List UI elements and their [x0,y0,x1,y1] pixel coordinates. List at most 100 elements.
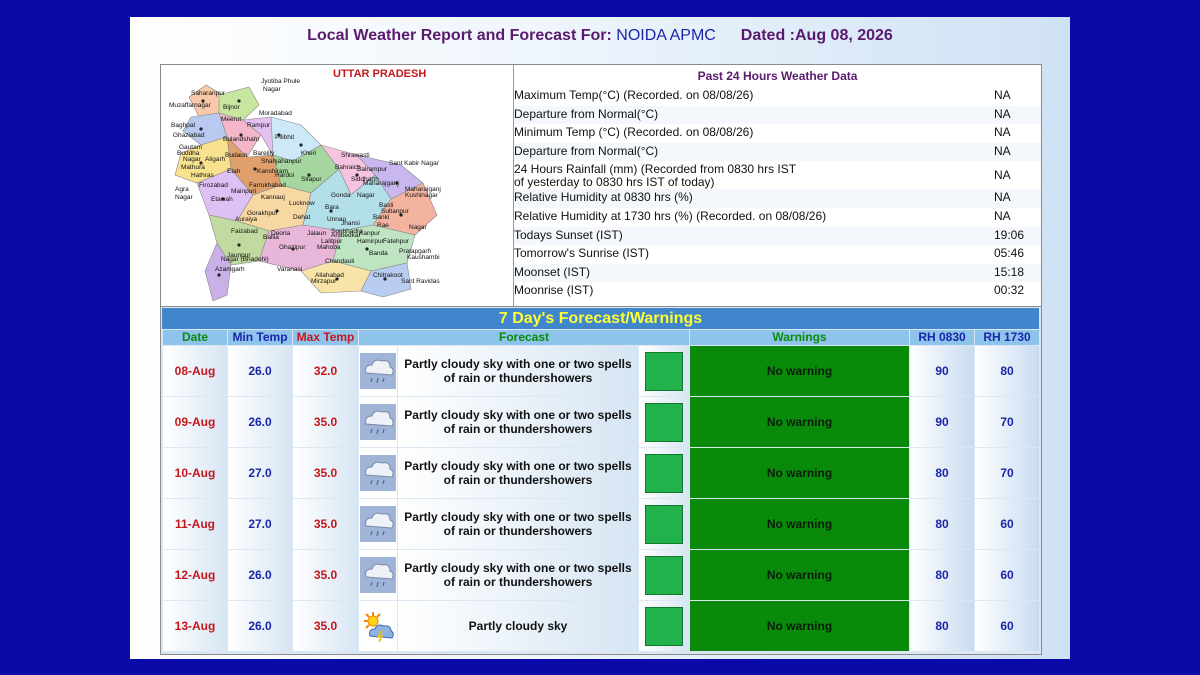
column-header-max: Max Temp [293,330,358,345]
district-label: Mahoba [317,244,341,251]
district-label: Jhansi [341,220,360,227]
column-header-rh2: RH 1730 [975,330,1039,345]
past-24h-value: NA [994,168,1011,183]
warning-indicator-cell [639,601,689,651]
column-header-min: Min Temp [228,330,292,345]
state-label: UTTAR PRADESH [333,68,427,80]
forecast-min-temp: 27.0 [228,448,292,498]
forecast-title: 7 Day's Forecast/Warnings [162,308,1039,329]
past-24h-row: Relative Humidity at 0830 hrs (%) NA [514,189,1041,208]
forecast-max-temp: 35.0 [293,448,358,498]
rain-cloud-icon [359,397,397,447]
past-24h-value: NA [994,125,1011,140]
district-label: Aligarh [205,156,226,163]
district-label: Maharajganj [363,180,399,187]
district-label: Bulandshahr [223,136,260,143]
district-label: Sitapur [301,176,322,183]
district-label: Varanasi [277,266,302,273]
district-label: Jyotiba Phule [261,78,300,85]
column-header-warnings: Warnings [690,330,909,345]
page-title: Local Weather Report and Forecast For: N… [0,27,1200,45]
district-label: Etah [227,168,241,175]
past-24h-label: Todays Sunset (IST) [514,227,623,242]
district-label: Nagar [183,156,202,163]
forecast-text: Partly cloudy sky with one or two spells… [398,397,638,447]
past-24h-row: Departure from Normal(°C) NA [514,142,1041,162]
forecast-rh-1730: 80 [975,346,1039,396]
district-label: Sant Ravidas [401,278,440,285]
past-24h-value: NA [994,143,1011,158]
past-24h-label: Relative Humidity at 0830 hrs (%) [514,190,693,205]
forecast-warning: No warning [690,499,909,549]
forecast-rh-1730: 60 [975,550,1039,600]
past-24h-label: 24 Hours Rainfall (mm) (Recorded from 08… [514,162,797,190]
district-label: Ghazipur [279,244,306,251]
district-label: Dehat [293,214,311,221]
past-24h-row: Relative Humidity at 1730 hrs (%) (Recor… [514,208,1041,227]
district-label: Baghpat [171,122,195,129]
district-label: Rampur [247,122,271,129]
district-label: Nagar [263,86,282,93]
district-label: Balrampur [357,166,388,173]
district-label: Rae [377,222,389,229]
forecast-rh-0830: 90 [910,397,974,447]
forecast-max-temp: 35.0 [293,499,358,549]
forecast-rh-0830: 80 [910,499,974,549]
forecast-date: 13-Aug [163,601,227,651]
forecast-text: Partly cloudy sky with one or two spells… [398,499,638,549]
district-label: Hamirpur [357,238,385,245]
forecast-max-temp: 35.0 [293,550,358,600]
past-24h-label: Departure from Normal(°C) [514,143,659,158]
district-label: Shrawasti [341,152,370,159]
rain-cloud-icon [359,448,397,498]
district-label: Kannauj [261,194,285,201]
past-24h-label: Relative Humidity at 1730 hrs (%) (Recor… [514,208,827,223]
past-24h-row: Moonrise (IST) 00:32 [514,282,1041,301]
district-label: Agra [175,186,189,193]
past-24h-value: NA [994,106,1011,121]
forecast-max-temp: 32.0 [293,346,358,396]
forecast-min-temp: 26.0 [228,601,292,651]
forecast-warning: No warning [690,601,909,651]
district-label: Sultanpur [381,208,410,215]
district-label: Pilibhit [275,134,294,141]
column-header-date: Date [163,330,227,345]
rain-cloud-icon [359,499,397,549]
district-label: Faizabad [231,228,258,235]
past-24h-panel: Past 24 Hours Weather Data Maximum Temp(… [514,65,1041,307]
forecast-rh-0830: 90 [910,346,974,396]
forecast-rh-0830: 80 [910,448,974,498]
rain-cloud-icon [359,346,397,396]
district-label: Mathura [181,164,205,171]
forecast-min-temp: 26.0 [228,397,292,447]
district-label: Nagar [175,194,194,201]
district-label: Meerut [221,116,241,123]
forecast-rh-1730: 70 [975,397,1039,447]
state-map-graphic: SaharanpurJyotiba PhuleNagarMuzaffarnaga… [169,78,441,302]
district-label: Chitrakoot [373,272,403,279]
sun-cloud-icon [359,601,397,651]
forecast-rh-1730: 60 [975,499,1039,549]
warning-indicator-square [645,402,683,442]
past-24h-row: Maximum Temp(°C) (Recorded. on 08/08/26)… [514,87,1041,106]
forecast-date: 12-Aug [163,550,227,600]
past-24h-row: Departure from Normal(°C) NA [514,105,1041,125]
district-label: Bijnor [223,104,240,111]
past-24h-row: Minimum Temp (°C) (Recorded. on 08/08/26… [514,124,1041,143]
past-24h-heading: Past 24 Hours Weather Data [697,69,858,83]
past-24h-row: Moonset (IST) 15:18 [514,263,1041,283]
forecast-text: Partly cloudy sky [398,601,638,651]
past-24h-row: 24 Hours Rainfall (mm) (Recorded from 08… [514,161,1041,189]
past-24h-row: Todays Sunset (IST) 19:06 [514,226,1041,246]
past-24h-row: Tomorrow's Sunrise (IST) 05:46 [514,245,1041,264]
district-label: Sant Kabir Nagar [389,160,440,167]
district-label: Etawah [211,196,233,203]
district-label: Ghaziabad [173,132,205,139]
district-label: Mainpuri [231,188,256,195]
past-24h-label: Moonset (IST) [514,264,591,279]
past-24h-label: Minimum Temp (°C) (Recorded. on 08/08/26… [514,125,754,140]
forecast-date: 08-Aug [163,346,227,396]
past-24h-value: NA [994,88,1011,102]
district-label: Nagar [357,192,376,199]
forecast-rh-0830: 80 [910,601,974,651]
